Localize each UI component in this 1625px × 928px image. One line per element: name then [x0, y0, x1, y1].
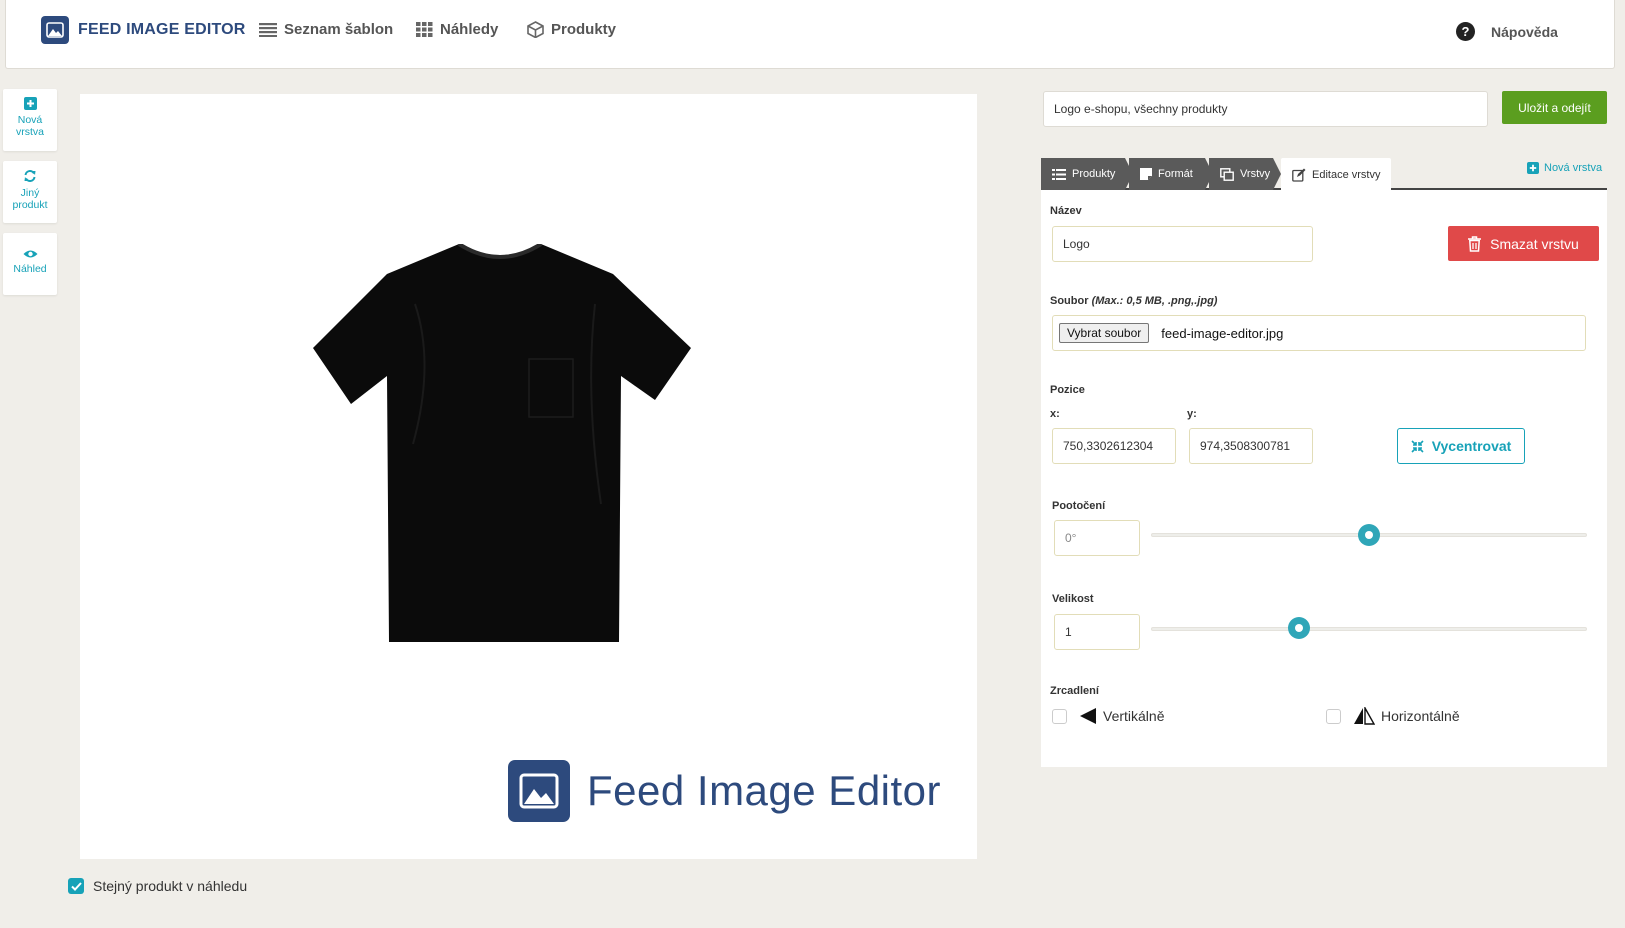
- help-link[interactable]: ? Nápověda: [1456, 22, 1558, 41]
- help-label: Nápověda: [1491, 23, 1558, 40]
- nav-previews[interactable]: Náhledy: [416, 21, 498, 38]
- y-label: y:: [1187, 408, 1197, 420]
- flip-horizontal-icon: [1354, 707, 1375, 725]
- tool-other-product-label: Jiný produkt: [12, 187, 48, 211]
- layer-edit-panel: [1041, 190, 1607, 767]
- tool-preview-label: Náhled: [13, 263, 47, 275]
- center-button[interactable]: Vycentrovat: [1397, 428, 1525, 464]
- tab-products[interactable]: Produkty: [1041, 158, 1133, 190]
- brand-title: FEED IMAGE EDITOR: [78, 21, 246, 38]
- list-icon: [259, 23, 277, 37]
- y-position-input[interactable]: 974,3508300781: [1189, 428, 1313, 464]
- box-icon: [527, 21, 544, 38]
- plus-square-icon: [1527, 162, 1539, 174]
- new-layer-link[interactable]: Nová vrstva: [1527, 162, 1602, 174]
- same-product-checkbox[interactable]: Stejný produkt v náhledu: [68, 878, 247, 894]
- position-label: Pozice: [1050, 384, 1085, 396]
- tab-layers[interactable]: Vrstvy: [1209, 158, 1281, 190]
- brand-logo-icon: [41, 16, 69, 44]
- mirror-horizontal-label: Horizontálně: [1381, 708, 1460, 724]
- tool-new-layer-label: Nová vrstva: [15, 114, 44, 138]
- refresh-icon: [24, 170, 36, 182]
- brand[interactable]: FEED IMAGE EDITOR: [41, 16, 246, 44]
- mirror-horizontal-option[interactable]: Horizontálně: [1326, 707, 1460, 725]
- overlay-logo-layer[interactable]: Feed Image Editor: [508, 760, 941, 822]
- checkbox-checked-icon[interactable]: [68, 878, 84, 894]
- edit-icon: [1292, 168, 1306, 182]
- tab-layers-label: Vrstvy: [1240, 168, 1271, 180]
- grid-icon: [416, 22, 433, 37]
- nav-previews-label: Náhledy: [440, 21, 499, 38]
- choose-file-button[interactable]: Vybrat soubor: [1059, 323, 1150, 343]
- size-input[interactable]: 1: [1054, 614, 1140, 650]
- layers-icon: [1220, 168, 1234, 181]
- file-hint: (Max.: 0,5 MB, .png,.jpg): [1091, 295, 1218, 307]
- compress-arrows-icon: [1411, 439, 1424, 453]
- size-slider[interactable]: [1151, 627, 1587, 631]
- name-label: Název: [1050, 205, 1082, 217]
- tab-products-label: Produkty: [1072, 168, 1116, 180]
- trash-icon: [1468, 235, 1482, 252]
- mirror-vertical-option[interactable]: Vertikálně: [1052, 707, 1164, 725]
- template-name-input[interactable]: Logo e-shopu, všechny produkty: [1043, 91, 1488, 127]
- x-position-input[interactable]: 750,3302612304: [1052, 428, 1176, 464]
- x-label: x:: [1050, 408, 1060, 420]
- eye-icon: [23, 250, 37, 258]
- mirror-horizontal-checkbox[interactable]: [1326, 708, 1341, 724]
- tab-format-label: Formát: [1158, 168, 1193, 180]
- note-icon: [1140, 168, 1152, 180]
- tool-new-layer[interactable]: Nová vrstva: [3, 89, 57, 151]
- new-layer-label: Nová vrstva: [1544, 162, 1603, 174]
- rotation-input[interactable]: 0°: [1054, 520, 1140, 556]
- layer-name-input[interactable]: Logo: [1052, 226, 1313, 262]
- nav-templates-label: Seznam šablon: [284, 21, 394, 38]
- file-input[interactable]: Vybrat soubor feed-image-editor.jpg: [1052, 315, 1586, 351]
- rotation-slider-handle[interactable]: [1358, 524, 1380, 546]
- nav-products-label: Produkty: [551, 21, 617, 38]
- mirror-label: Zrcadlení: [1050, 685, 1099, 697]
- file-label: Soubor (Max.: 0,5 MB, .png,.jpg): [1050, 295, 1217, 307]
- tab-edit-layer[interactable]: Editace vrstvy: [1281, 158, 1391, 192]
- tab-format[interactable]: Formát: [1129, 158, 1213, 190]
- flip-vertical-icon: [1080, 708, 1097, 724]
- rotation-label: Pootočení: [1052, 500, 1106, 512]
- size-label: Velikost: [1052, 593, 1094, 605]
- mirror-vertical-label: Vertikálně: [1103, 708, 1165, 724]
- save-and-exit-button[interactable]: Uložit a odejít: [1502, 91, 1607, 124]
- tab-edit-layer-label: Editace vrstvy: [1312, 169, 1381, 181]
- delete-layer-button[interactable]: Smazat vrstvu: [1448, 226, 1599, 261]
- editor-tabs: Produkty Formát Vrstvy Editace vrstvy: [1041, 158, 1607, 192]
- nav-products[interactable]: Produkty: [527, 21, 616, 38]
- center-label: Vycentrovat: [1431, 438, 1512, 454]
- image-icon: [508, 760, 570, 822]
- list-icon: [1052, 169, 1066, 180]
- top-navbar: FEED IMAGE EDITOR Seznam šablon Náhledy …: [5, 0, 1615, 69]
- question-icon: ?: [1456, 22, 1475, 41]
- file-label-text: Soubor: [1050, 295, 1089, 307]
- plus-square-icon: [23, 97, 37, 110]
- mirror-vertical-checkbox[interactable]: [1052, 708, 1067, 724]
- editor-canvas[interactable]: Feed Image Editor: [80, 94, 977, 859]
- nav-templates[interactable]: Seznam šablon: [259, 21, 393, 38]
- delete-layer-label: Smazat vrstvu: [1490, 235, 1579, 252]
- tool-preview[interactable]: Náhled: [3, 233, 57, 295]
- product-image-tshirt: [313, 244, 691, 642]
- tool-other-product[interactable]: Jiný produkt: [3, 161, 57, 223]
- overlay-logo-text: Feed Image Editor: [587, 767, 942, 814]
- file-name: feed-image-editor.jpg: [1161, 325, 1284, 341]
- same-product-label: Stejný produkt v náhledu: [93, 878, 248, 894]
